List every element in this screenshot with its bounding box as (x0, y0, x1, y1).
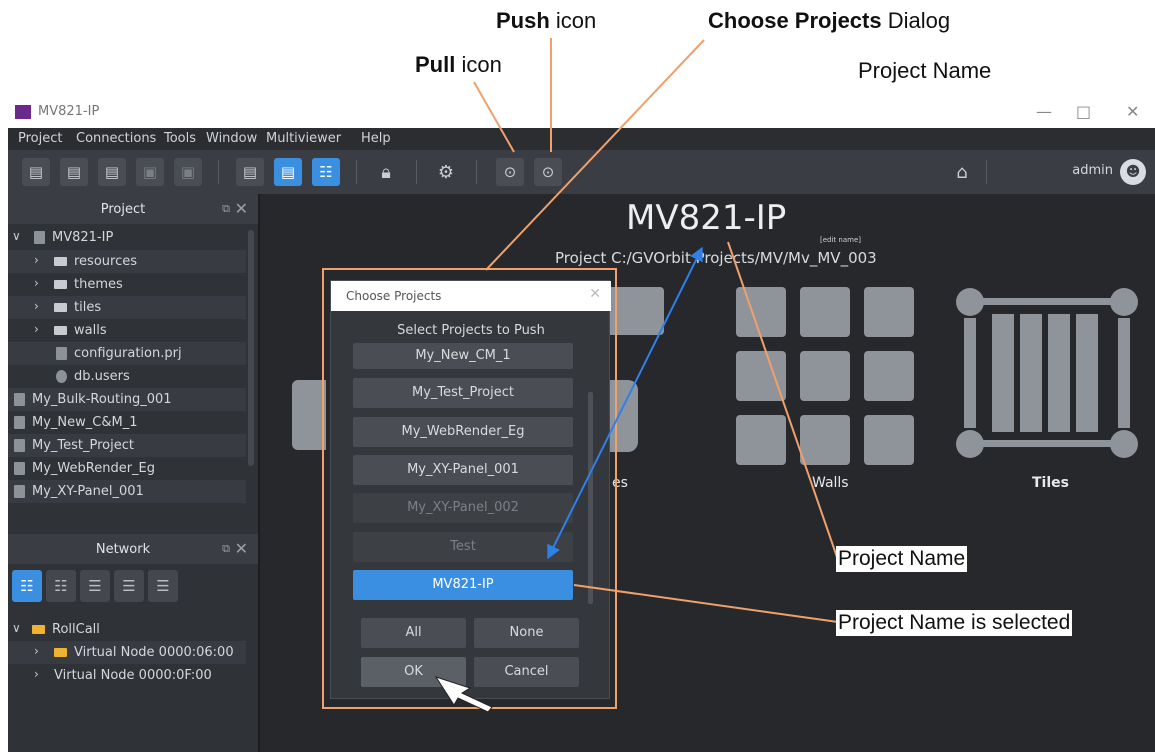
project-name-callout: Project Name (836, 546, 968, 572)
network-view-icon[interactable]: ☷ (312, 158, 340, 186)
tree-item-db-users[interactable]: db.users (8, 365, 246, 388)
network-list-icon[interactable]: ☰ (148, 570, 178, 602)
walls-tile-icon (864, 351, 914, 401)
tree-item-walls[interactable]: › walls (8, 319, 246, 342)
lock-icon[interactable]: 🔒︎ (372, 158, 400, 186)
network-panel-title: Network (95, 542, 151, 557)
project-option[interactable]: Test (353, 532, 573, 562)
close-button[interactable]: ✕ (1126, 102, 1139, 121)
export-project-icon[interactable]: ▤ (98, 158, 126, 186)
tree-item-webrender[interactable]: My_WebRender_Eg (8, 457, 246, 480)
save-icon[interactable]: ▣ (136, 158, 164, 186)
project-option[interactable]: My_New_CM_1 (353, 343, 573, 369)
toolbar: ▤ ▤ ▤ ▣ ▣ ▤ ▤ ☷ 🔒︎ ⚙ ⊙ ⊙ ⌂ admin ☻ (8, 150, 1155, 194)
walls-tile-icon (800, 415, 850, 465)
menu-bar: Project Connections Tools Window Multivi… (8, 128, 1155, 150)
home-icon[interactable]: ⌂ (948, 158, 976, 186)
user-icon[interactable]: ☻ (1120, 159, 1146, 185)
walls-tile-icon (736, 415, 786, 465)
tree-item-themes[interactable]: › themes (8, 273, 246, 296)
dialog-title: Choose Projects (346, 289, 442, 303)
import-project-icon[interactable]: ▤ (60, 158, 88, 186)
walls-tile-icon (800, 287, 850, 337)
tree-item-test-project[interactable]: My_Test_Project (8, 434, 246, 457)
dialog-close-icon[interactable]: ✕ (589, 286, 601, 302)
project-panel-header: Project ⧉ ✕ (8, 194, 258, 224)
pull-icon[interactable]: ⊙ (496, 158, 524, 186)
window-titlebar: MV821-IP — □ ✕ (8, 96, 1155, 128)
tree-item-virtual-node-0f[interactable]: › Virtual Node 0000:0F:00 (8, 664, 246, 687)
menu-help[interactable]: Help (361, 131, 391, 146)
project-option[interactable]: My_XY-Panel_001 (353, 455, 573, 485)
project-option[interactable]: My_WebRender_Eg (353, 417, 573, 447)
settings-icon[interactable]: ⚙ (432, 158, 460, 186)
tree-item-new-cm[interactable]: My_New_C&M_1 (8, 411, 246, 434)
float-panel-icon[interactable]: ⧉ (222, 542, 230, 556)
network-expand-icon[interactable]: ☰ (114, 570, 144, 602)
project-tree-scrollbar[interactable] (248, 230, 254, 466)
project-view-icon[interactable]: ▤ (274, 158, 302, 186)
network-tree-icon[interactable]: ☷ (46, 570, 76, 602)
minimize-button[interactable]: — (1036, 102, 1052, 121)
menu-project[interactable]: Project (18, 131, 62, 146)
app-icon (15, 105, 31, 119)
menu-tools[interactable]: Tools (164, 131, 196, 146)
push-icon[interactable]: ⊙ (534, 158, 562, 186)
network-view-eye-icon[interactable]: ☷ (12, 570, 42, 602)
network-panel-header: Network ⧉ ✕ (8, 534, 258, 564)
menu-connections[interactable]: Connections (76, 131, 156, 146)
tiles-card-icon[interactable] (952, 284, 1142, 474)
tree-item-rollcall[interactable]: ∨ RollCall (8, 618, 246, 641)
new-project-icon[interactable]: ▤ (22, 158, 50, 186)
walls-tile-icon (800, 351, 850, 401)
cancel-button[interactable]: Cancel (474, 657, 579, 687)
walls-tile-icon (736, 287, 786, 337)
project-option[interactable]: My_XY-Panel_002 (353, 493, 573, 523)
tree-item-xy-panel[interactable]: My_XY-Panel_001 (8, 480, 246, 503)
project-name-callout-top: Project Name (858, 58, 992, 83)
menu-multiviewer[interactable]: Multiviewer (266, 131, 341, 146)
edit-name-link[interactable]: [edit name] (820, 236, 861, 244)
window-title: MV821-IP (38, 104, 100, 119)
project-path: Project C:/GVOrbit Projects/MV/Mv_MV_003 (555, 249, 877, 267)
tiles-card-label[interactable]: Tiles (1032, 475, 1069, 491)
walls-tile-icon (736, 351, 786, 401)
walls-card-label[interactable]: Walls (812, 475, 849, 491)
walls-tile-icon (864, 287, 914, 337)
tree-item-resources[interactable]: › resources (8, 250, 246, 273)
user-name: admin (1072, 163, 1113, 178)
project-option[interactable]: My_Test_Project (353, 378, 573, 408)
walls-tile-icon (864, 415, 914, 465)
close-panel-icon[interactable]: ✕ (235, 199, 248, 218)
choose-projects-callout: Choose Projects Dialog (708, 8, 951, 33)
deploy-icon[interactable]: ▤ (236, 158, 264, 186)
left-panel: Project ⧉ ✕ ∨ MV821-IP › resources › themes… (8, 194, 258, 752)
dialog-scrollbar[interactable] (588, 392, 593, 604)
hidden-card-icon (292, 380, 326, 450)
project-name-heading: MV821-IP (626, 198, 787, 238)
project-option-selected[interactable]: MV821-IP (353, 570, 573, 600)
push-icon-callout: Push icon (496, 8, 597, 33)
none-button[interactable]: None (474, 618, 579, 648)
pull-icon-callout: Pull icon (415, 52, 502, 77)
save-as-icon[interactable]: ▣ (174, 158, 202, 186)
all-button[interactable]: All (361, 618, 466, 648)
choose-projects-dialog: Choose Projects ✕ Select Projects to Pus… (330, 280, 611, 699)
float-panel-icon[interactable]: ⧉ (222, 202, 230, 216)
tree-item-virtual-node-06[interactable]: › Virtual Node 0000:06:00 (8, 641, 246, 664)
tree-item-project-root[interactable]: ∨ MV821-IP (8, 226, 246, 249)
network-collapse-icon[interactable]: ☰ (80, 570, 110, 602)
menu-window[interactable]: Window (206, 131, 257, 146)
dialog-titlebar: Choose Projects ✕ (331, 281, 611, 311)
project-panel-title: Project (100, 202, 146, 217)
ok-button[interactable]: OK (361, 657, 466, 687)
dialog-prompt: Select Projects to Push (397, 323, 545, 338)
maximize-button[interactable]: □ (1076, 102, 1091, 121)
tree-item-configuration[interactable]: configuration.prj (8, 342, 246, 365)
tree-item-bulk-routing[interactable]: My_Bulk-Routing_001 (8, 388, 246, 411)
tree-item-tiles[interactable]: › tiles (8, 296, 246, 319)
project-name-selected-callout: Project Name is selected (836, 610, 1073, 636)
close-panel-icon[interactable]: ✕ (235, 539, 248, 558)
